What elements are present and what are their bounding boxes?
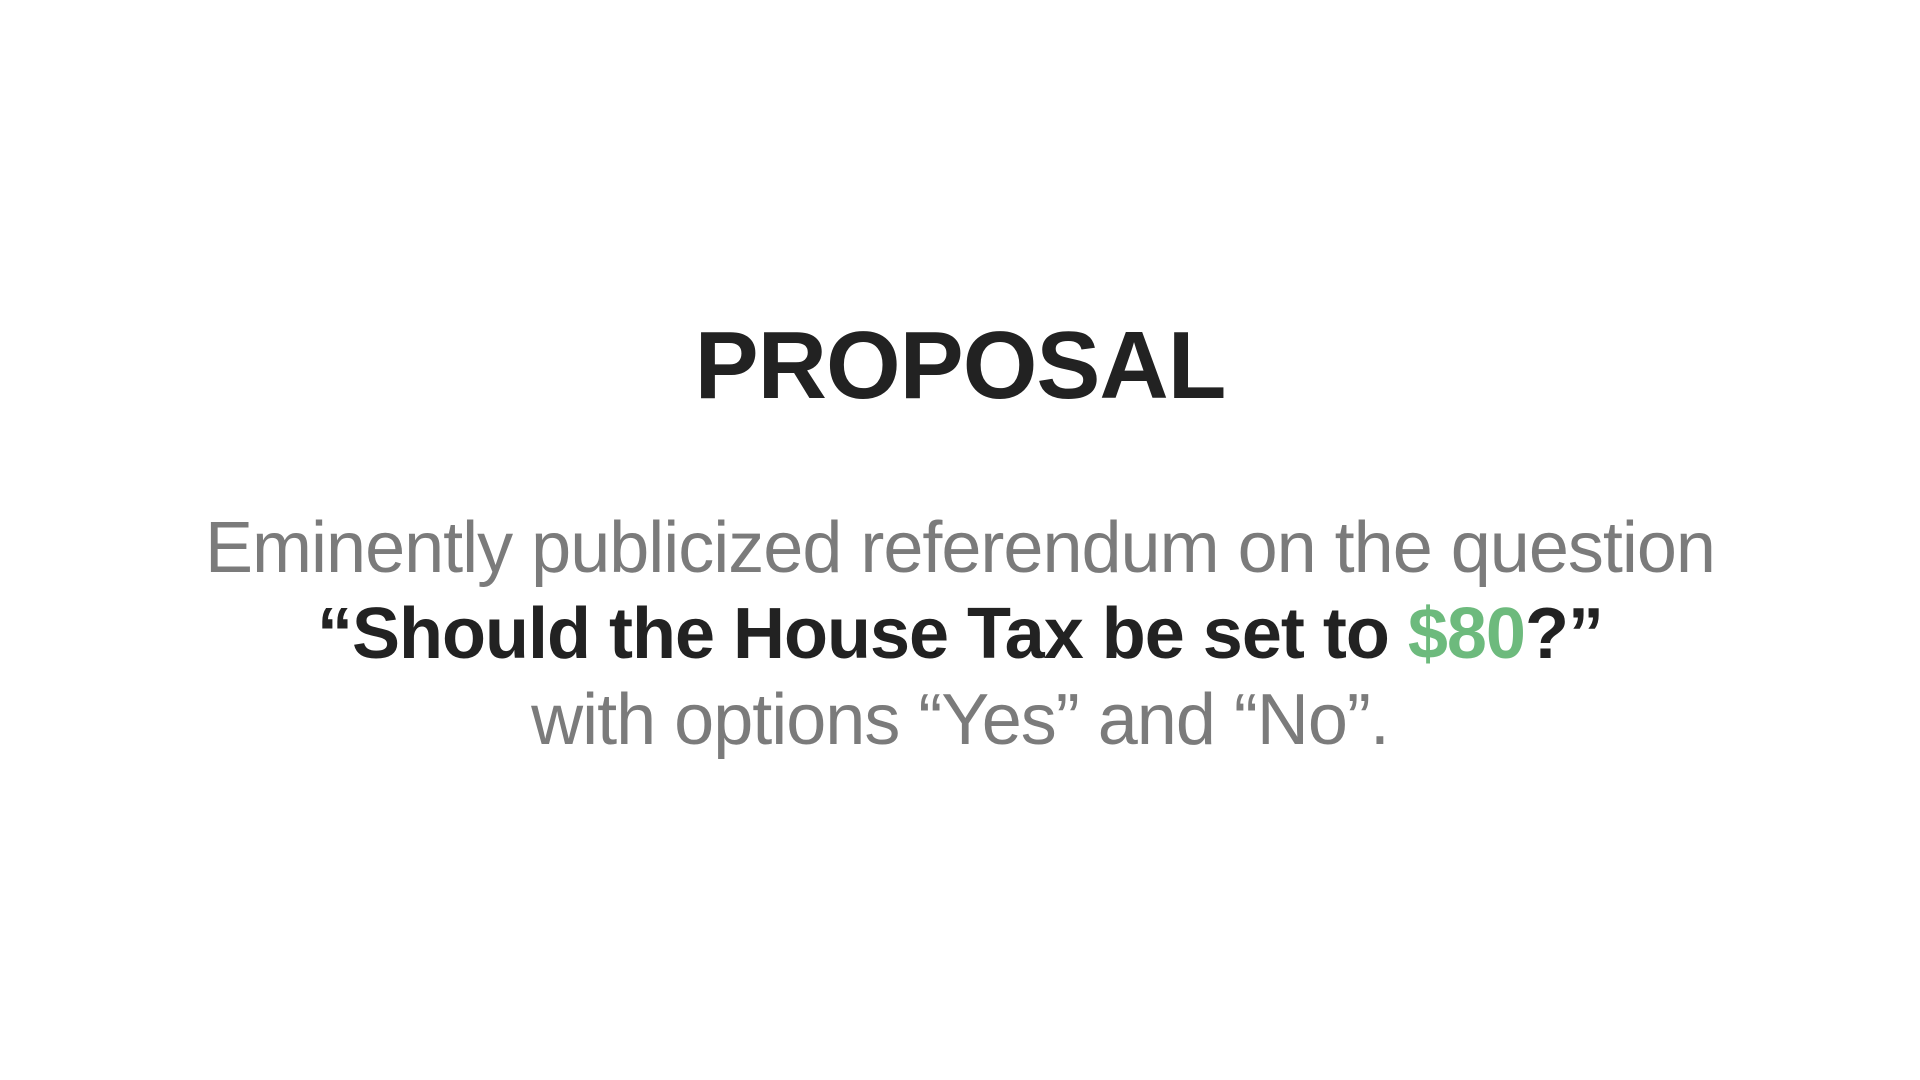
tax-amount: $80 bbox=[1407, 594, 1526, 674]
slide-body: Eminently publicized referendum on the q… bbox=[0, 505, 1920, 763]
question-text-before: “Should the House Tax be set to bbox=[317, 594, 1408, 674]
slide: PROPOSAL Eminently publicized referendum… bbox=[0, 0, 1920, 1080]
question-text-after: ?” bbox=[1524, 594, 1604, 674]
intro-line: Eminently publicized referendum on the q… bbox=[205, 508, 1716, 588]
question-line: “Should the House Tax be set to $80?” bbox=[0, 591, 1920, 677]
options-line: with options “Yes” and “No”. bbox=[531, 680, 1390, 760]
slide-title: PROPOSAL bbox=[694, 312, 1227, 419]
